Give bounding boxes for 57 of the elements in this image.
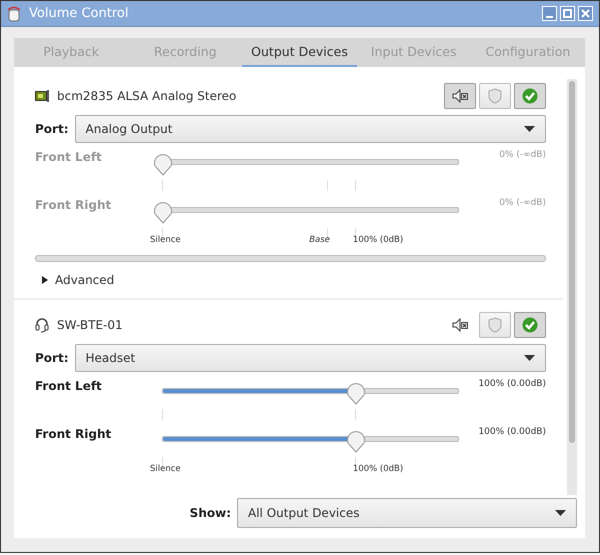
channel-label: Front Right xyxy=(35,198,112,212)
show-label: Show: xyxy=(190,506,231,520)
device-name: SW-BTE-01 xyxy=(57,318,124,332)
volume-reading: 0% (-∞dB) xyxy=(498,150,546,160)
volume-reading: 100% (0.00dB) xyxy=(477,427,546,437)
tick-mark xyxy=(327,180,328,191)
headset-icon xyxy=(35,317,49,333)
set-default-button[interactable] xyxy=(514,83,546,109)
sound-card-icon xyxy=(35,89,49,103)
speaker-muted-icon xyxy=(452,318,468,332)
volume-reading: 100% (0.00dB) xyxy=(477,379,546,389)
channel-label: Front Left xyxy=(35,150,103,164)
channel-label: Front Left xyxy=(35,379,103,393)
dropdown-arrow-icon xyxy=(524,355,535,361)
device-name: bcm2835 ALSA Analog Stereo xyxy=(57,89,238,103)
channel-label: Front Right xyxy=(35,427,112,441)
window-title: Volume Control xyxy=(29,6,130,21)
tick-mark xyxy=(162,409,163,420)
check-icon xyxy=(522,317,538,333)
shield-icon xyxy=(488,88,502,104)
scale-label: 100% (0dB) xyxy=(352,235,404,245)
caret-right-icon xyxy=(41,276,49,284)
minimize-button[interactable] xyxy=(542,6,557,21)
speaker-muted-icon xyxy=(452,89,468,103)
tick-mark xyxy=(327,228,328,239)
tab[interactable]: Output Devices xyxy=(242,38,357,67)
shield-icon xyxy=(488,317,502,333)
set-default-button[interactable] xyxy=(514,312,546,338)
scale-label: 100% (0dB) xyxy=(352,464,404,474)
slider-thumb[interactable] xyxy=(346,428,366,453)
volume-reading: 0% (-∞dB) xyxy=(498,198,546,208)
scale-label: Base xyxy=(309,235,330,245)
check-icon xyxy=(522,88,538,104)
slider-thumb[interactable] xyxy=(153,151,173,176)
app-icon xyxy=(7,6,21,22)
scale-label: Silence xyxy=(150,235,181,245)
tick-mark xyxy=(162,228,163,239)
maximize-button[interactable] xyxy=(560,6,575,21)
tick-mark xyxy=(162,180,163,191)
mute-button[interactable] xyxy=(444,83,476,109)
scale-label: Silence xyxy=(150,464,181,474)
scroll-thumb[interactable] xyxy=(569,81,575,443)
show-dropdown[interactable]: All Output Devices xyxy=(237,498,577,528)
close-button[interactable] xyxy=(578,6,593,21)
dropdown-arrow-icon xyxy=(555,510,566,516)
advanced-expander[interactable]: Advanced xyxy=(41,273,114,287)
tick-mark xyxy=(354,180,356,191)
port-dropdown[interactable]: Analog Output xyxy=(74,115,546,143)
port-label: Port: xyxy=(35,351,68,365)
scrollbar[interactable] xyxy=(567,79,577,495)
port-dropdown[interactable]: Headset xyxy=(74,344,546,372)
dropdown-arrow-icon xyxy=(524,126,535,132)
port-label: Port: xyxy=(35,122,68,136)
tick-mark xyxy=(162,457,163,468)
tick-mark xyxy=(354,409,356,420)
slider-thumb[interactable] xyxy=(346,380,366,405)
slider-thumb[interactable] xyxy=(153,199,173,224)
